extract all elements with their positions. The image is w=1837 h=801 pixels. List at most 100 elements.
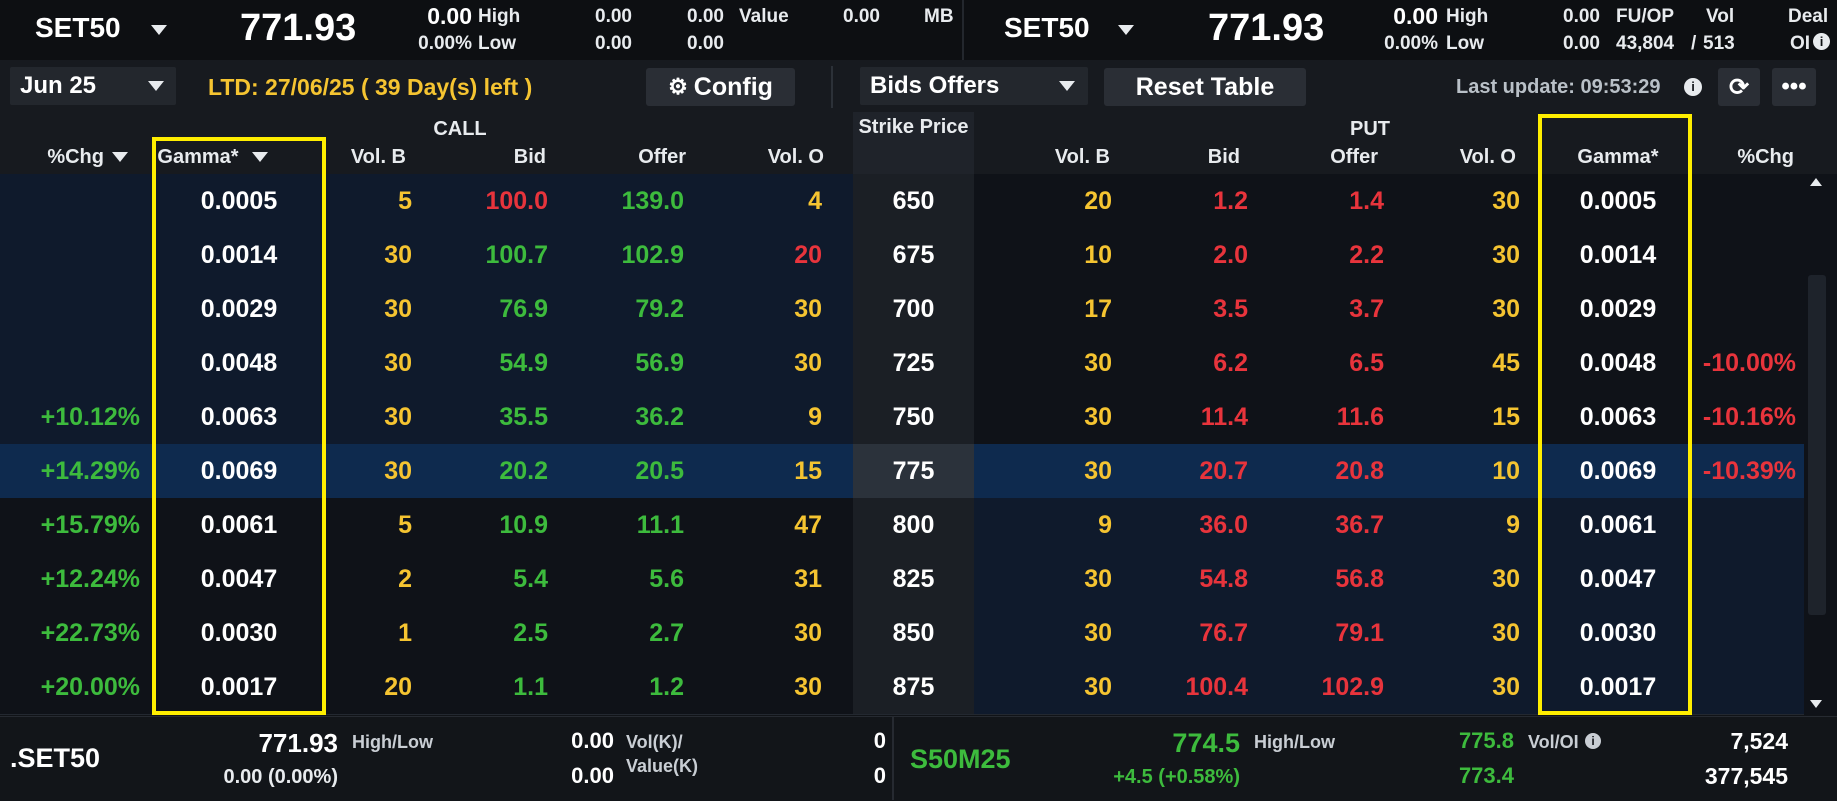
put-volb-header[interactable]: Vol. B	[1044, 146, 1110, 169]
chevron-down-icon[interactable]	[1118, 25, 1134, 35]
put-bid-cell[interactable]: 100.4	[1158, 660, 1248, 714]
call-offer-cell[interactable]: 36.2	[594, 390, 684, 444]
ticker-symbol-right[interactable]: SET50	[1004, 12, 1090, 44]
put-offer-header[interactable]: Offer	[1302, 146, 1378, 169]
scroll-down-icon[interactable]	[1810, 700, 1822, 708]
strike-cell[interactable]: 850	[853, 606, 974, 660]
info-icon[interactable]: i	[1813, 33, 1830, 50]
call-bid-cell[interactable]: 100.7	[458, 228, 548, 282]
strike-cell[interactable]: 775	[853, 444, 974, 498]
strike-cell[interactable]: 750	[853, 390, 974, 444]
call-offer-cell[interactable]: 102.9	[594, 228, 684, 282]
put-volo-cell: 9	[1506, 511, 1520, 539]
put-offer-cell[interactable]: 11.6	[1294, 390, 1384, 444]
chevron-down-icon[interactable]	[148, 81, 164, 91]
put-offer-cell[interactable]: 79.1	[1294, 606, 1384, 660]
strike-cell[interactable]: 650	[853, 174, 974, 228]
call-offer-cell[interactable]: 20.5	[594, 444, 684, 498]
call-offer-cell[interactable]: 79.2	[594, 282, 684, 336]
call-offer-cell[interactable]: 1.2	[594, 660, 684, 714]
call-volb-cell: 2	[398, 565, 412, 593]
put-offer-cell[interactable]: 6.5	[1294, 336, 1384, 390]
call-offer-cell[interactable]: 5.6	[594, 552, 684, 606]
value-unit: MB	[924, 6, 954, 27]
strike-header[interactable]: Strike Price	[853, 116, 974, 139]
call-bid-header[interactable]: Bid	[490, 146, 546, 169]
info-icon[interactable]: i	[1585, 733, 1601, 749]
refresh-button[interactable]: ⟳	[1718, 68, 1760, 106]
put-volb-cell: 30	[1084, 565, 1112, 593]
call-bid-cell[interactable]: 2.5	[458, 606, 548, 660]
call-bid-cell[interactable]: 1.1	[458, 660, 548, 714]
put-offer-cell[interactable]: 102.9	[1294, 660, 1384, 714]
put-offer-cell[interactable]: 36.7	[1294, 498, 1384, 552]
call-volo-cell: 20	[794, 241, 822, 269]
ltd-label: LTD: 27/06/25 ( 39 Day(s) left )	[208, 74, 533, 100]
futures-change: +4.5 (+0.58%)	[1113, 766, 1240, 788]
futures-symbol[interactable]: S50M25	[910, 744, 1011, 775]
call-offer-cell[interactable]: 11.1	[594, 498, 684, 552]
call-bid-cell[interactable]: 35.5	[458, 390, 548, 444]
put-offer-cell[interactable]: 20.8	[1294, 444, 1384, 498]
put-bid-cell[interactable]: 36.0	[1158, 498, 1248, 552]
call-offer-cell[interactable]: 2.7	[594, 606, 684, 660]
index-value-label: Value(K)	[626, 756, 699, 776]
put-volb-cell: 9	[1098, 511, 1112, 539]
put-bid-cell[interactable]: 76.7	[1158, 606, 1248, 660]
strike-cell[interactable]: 875	[853, 660, 974, 714]
ticker-symbol-left[interactable]: SET50	[35, 12, 121, 44]
scroll-up-icon[interactable]	[1810, 178, 1822, 186]
info-icon[interactable]: i	[1684, 78, 1702, 96]
put-bid-cell[interactable]: 1.2	[1158, 174, 1248, 228]
call-offer-cell[interactable]: 56.9	[594, 336, 684, 390]
index-symbol[interactable]: .SET50	[10, 743, 100, 774]
put-bid-cell[interactable]: 54.8	[1158, 552, 1248, 606]
call-bid-cell[interactable]: 20.2	[458, 444, 548, 498]
call-volo-header[interactable]: Vol. O	[760, 146, 824, 169]
index-value: 0	[873, 763, 886, 788]
put-volo-cell: 30	[1492, 241, 1520, 269]
call-bid-cell[interactable]: 100.0	[458, 174, 548, 228]
put-offer-cell[interactable]: 3.7	[1294, 282, 1384, 336]
call-volb-header[interactable]: Vol. B	[340, 146, 406, 169]
strike-cell[interactable]: 700	[853, 282, 974, 336]
put-bid-cell[interactable]: 2.0	[1158, 228, 1248, 282]
put-offer-cell[interactable]: 56.8	[1294, 552, 1384, 606]
index-vol: 0	[873, 728, 886, 753]
strike-cell[interactable]: 675	[853, 228, 974, 282]
value-amount: 0.00	[843, 6, 880, 27]
config-button[interactable]: ⚙ Config	[646, 68, 795, 106]
chevron-down-icon[interactable]	[151, 25, 167, 35]
put-bid-cell[interactable]: 3.5	[1158, 282, 1248, 336]
call-offer-cell[interactable]: 139.0	[594, 174, 684, 228]
put-bid-cell[interactable]: 20.7	[1158, 444, 1248, 498]
strike-cell[interactable]: 800	[853, 498, 974, 552]
call-bid-cell[interactable]: 76.9	[458, 282, 548, 336]
low-label-right: Low	[1446, 33, 1484, 54]
put-bid-cell[interactable]: 11.4	[1158, 390, 1248, 444]
series-select-value: Jun 25	[20, 72, 97, 99]
strike-cell[interactable]: 825	[853, 552, 974, 606]
call-bid-cell[interactable]: 10.9	[458, 498, 548, 552]
view-select[interactable]: Bids Offers	[860, 67, 1088, 105]
call-chg-header[interactable]: %Chg	[40, 146, 104, 169]
put-volo-header[interactable]: Vol. O	[1452, 146, 1516, 169]
more-button[interactable]: •••	[1772, 68, 1816, 106]
call-bid-cell[interactable]: 5.4	[458, 552, 548, 606]
put-chg-cell	[1686, 282, 1796, 336]
chevron-down-icon[interactable]	[112, 152, 128, 162]
put-bid-header[interactable]: Bid	[1184, 146, 1240, 169]
refresh-icon: ⟳	[1728, 73, 1750, 101]
chevron-down-icon[interactable]	[1059, 81, 1075, 91]
put-bid-cell[interactable]: 6.2	[1158, 336, 1248, 390]
high-label: High	[478, 6, 521, 27]
reset-table-button[interactable]: Reset Table	[1104, 68, 1306, 106]
scrollbar-thumb[interactable]	[1808, 275, 1826, 615]
strike-cell[interactable]: 725	[853, 336, 974, 390]
put-offer-cell[interactable]: 1.4	[1294, 174, 1384, 228]
futures-voloi-label: Vol/OI	[1528, 732, 1579, 752]
call-bid-cell[interactable]: 54.9	[458, 336, 548, 390]
call-offer-header[interactable]: Offer	[610, 146, 686, 169]
put-chg-header[interactable]: %Chg	[1730, 146, 1794, 169]
put-offer-cell[interactable]: 2.2	[1294, 228, 1384, 282]
